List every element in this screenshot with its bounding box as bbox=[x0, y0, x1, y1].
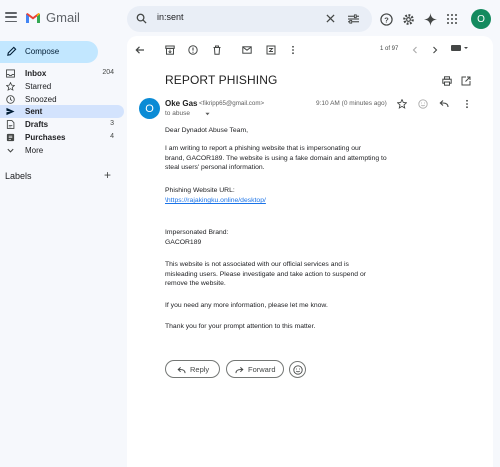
brand-label: Impersonated Brand: bbox=[165, 229, 229, 236]
sidebar-item-inbox[interactable]: Inbox 204 bbox=[0, 67, 124, 80]
clock-icon bbox=[6, 94, 15, 104]
print-icon[interactable] bbox=[442, 76, 452, 86]
url-label: Phishing Website URL: bbox=[165, 187, 235, 194]
compose-label: Compose bbox=[25, 47, 60, 56]
pagination-text: 1 of 97 bbox=[380, 46, 399, 52]
forward-label: Forward bbox=[248, 365, 276, 374]
help-icon[interactable]: ? bbox=[380, 13, 393, 26]
sidebar-item-label: Inbox bbox=[25, 69, 47, 78]
email-timestamp: 9:10 AM (0 minutes ago) bbox=[316, 100, 387, 107]
archive-icon[interactable] bbox=[165, 45, 175, 55]
sidebar-item-count: 4 bbox=[110, 132, 114, 140]
sender-avatar-initial: O bbox=[145, 102, 154, 115]
sidebar-item-purchases[interactable]: Purchases 4 bbox=[0, 131, 124, 144]
chevron-left-icon[interactable] bbox=[411, 46, 419, 54]
sidebar-item-starred[interactable]: Starred bbox=[0, 80, 124, 93]
body-line: steal users' personal information. bbox=[165, 164, 265, 171]
report-spam-icon[interactable] bbox=[188, 45, 198, 55]
compose-button[interactable]: Compose bbox=[0, 41, 98, 63]
sidebar-item-label: More bbox=[25, 145, 44, 155]
send-icon bbox=[6, 108, 15, 116]
email-paragraph: This website is not associated with our … bbox=[165, 260, 366, 289]
apps-icon[interactable] bbox=[447, 14, 457, 24]
reply-icon bbox=[177, 366, 186, 374]
email-paragraph: If you need any more information, please… bbox=[165, 302, 328, 309]
sidebar-item-drafts[interactable]: Drafts 3 bbox=[0, 118, 124, 131]
sidebar-item-label: Drafts bbox=[25, 120, 49, 130]
emoji-reaction-icon[interactable] bbox=[418, 99, 428, 109]
email-greeting: Dear Dynadot Abuse Team, bbox=[165, 127, 248, 134]
reply-button[interactable]: Reply bbox=[165, 360, 220, 378]
recipient-line[interactable]: to abuse bbox=[165, 110, 190, 117]
gear-icon[interactable] bbox=[402, 13, 415, 26]
sidebar-item-snoozed[interactable]: Snoozed bbox=[0, 93, 124, 106]
more-vert-icon[interactable] bbox=[462, 99, 472, 109]
chevron-down-icon bbox=[7, 148, 14, 153]
gemini-icon[interactable] bbox=[424, 13, 437, 26]
back-arrow-icon[interactable] bbox=[135, 45, 145, 55]
sender-name[interactable]: Oke Gas bbox=[165, 99, 197, 108]
sender-avatar[interactable]: O bbox=[139, 98, 160, 119]
add-label-icon[interactable]: + bbox=[104, 169, 111, 181]
search-bar bbox=[127, 6, 372, 32]
account-initial: O bbox=[477, 13, 485, 25]
sidebar-item-sent[interactable]: Sent bbox=[0, 105, 124, 119]
tune-icon[interactable] bbox=[348, 14, 359, 24]
more-vert-icon[interactable] bbox=[288, 45, 298, 55]
smiley-icon bbox=[292, 364, 303, 375]
phishing-url-link[interactable]: \https://rajakingku.online/desktop/ bbox=[165, 196, 266, 206]
email-closing: Thank you for your prompt attention to t… bbox=[165, 323, 316, 330]
sidebar-item-label: Sent bbox=[25, 107, 43, 117]
sidebar-item-count: 3 bbox=[110, 120, 114, 128]
star-icon[interactable] bbox=[397, 99, 407, 109]
email-subject: REPORT PHISHING bbox=[165, 73, 278, 87]
forward-icon bbox=[235, 366, 244, 374]
caret-down-icon[interactable] bbox=[205, 112, 210, 116]
body-line: brand, GACOR189. The website is using a … bbox=[165, 154, 387, 162]
app-name: Gmail bbox=[46, 10, 80, 25]
draft-icon bbox=[6, 120, 15, 130]
sidebar-item-label: Starred bbox=[25, 81, 52, 91]
open-new-window-icon[interactable] bbox=[461, 76, 471, 86]
body-line: This website is not associated with our … bbox=[165, 261, 349, 268]
search-icon[interactable] bbox=[136, 13, 147, 24]
brand-value: GACOR189 bbox=[165, 239, 202, 246]
labels-heading: Labels bbox=[5, 171, 32, 181]
close-icon[interactable] bbox=[326, 14, 335, 23]
inbox-icon bbox=[6, 69, 15, 78]
sender-email: <fikripp65@gmail.com> bbox=[199, 100, 265, 107]
star-icon bbox=[6, 81, 15, 91]
gmail-m-icon bbox=[26, 12, 40, 23]
delete-icon[interactable] bbox=[212, 45, 222, 55]
pencil-icon bbox=[7, 46, 17, 56]
emoji-reaction-button[interactable] bbox=[289, 361, 306, 378]
top-bar: Gmail ? O bbox=[0, 0, 500, 40]
snooze-icon[interactable] bbox=[266, 45, 276, 55]
reply-label: Reply bbox=[190, 365, 210, 374]
chevron-right-icon[interactable] bbox=[431, 46, 439, 54]
search-input[interactable] bbox=[157, 12, 307, 22]
gmail-logo[interactable]: Gmail bbox=[25, 10, 80, 25]
purchases-icon bbox=[6, 133, 15, 142]
reply-icon[interactable] bbox=[439, 99, 449, 109]
input-tools-icon[interactable] bbox=[451, 45, 469, 51]
svg-text:?: ? bbox=[384, 15, 389, 24]
sidebar-item-label: Purchases bbox=[25, 132, 66, 142]
caret-down-icon bbox=[464, 47, 468, 49]
mark-unread-icon[interactable] bbox=[242, 45, 252, 55]
email-paragraph: I am writing to report a phishing websit… bbox=[165, 144, 387, 173]
sidebar-item-count: 204 bbox=[102, 69, 114, 76]
message-panel: 1 of 97 REPORT PHISHING O Oke Gas <fikri… bbox=[127, 36, 493, 467]
body-line: misleading users. Please investigate and… bbox=[165, 270, 367, 278]
sidebar-item-label: Snoozed bbox=[25, 94, 57, 104]
body-line: I am writing to report a phishing websit… bbox=[165, 145, 362, 152]
sidebar-nav: Inbox 204 Starred Snoozed Sent Drafts 3 … bbox=[0, 67, 124, 157]
side-panel-gutter bbox=[493, 36, 500, 467]
account-avatar[interactable]: O bbox=[471, 9, 491, 29]
body-line: remove the website. bbox=[165, 280, 226, 287]
main-menu-button[interactable] bbox=[4, 10, 18, 24]
sidebar-item-more[interactable]: More bbox=[0, 144, 124, 157]
forward-button[interactable]: Forward bbox=[226, 360, 284, 378]
